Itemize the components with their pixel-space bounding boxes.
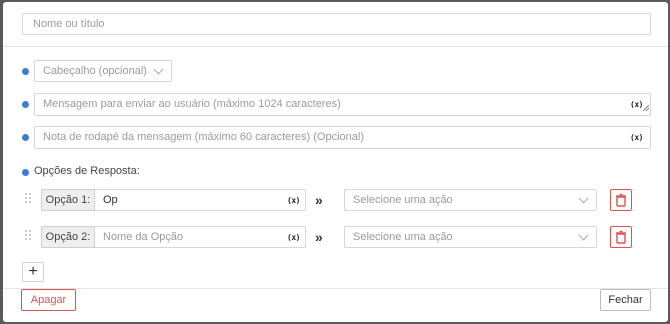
add-option-button[interactable]: + [22, 262, 44, 282]
trash-icon [616, 230, 626, 244]
variable-button[interactable]: (x) [287, 196, 300, 205]
option-2-action-placeholder: Selecione uma ação [353, 231, 453, 243]
option-1-label: Opção 1: [41, 189, 95, 211]
option-1-action-select[interactable]: Selecione uma ação [344, 189, 597, 211]
info-dot-icon [22, 134, 29, 141]
drag-handle-icon[interactable] [25, 193, 32, 205]
variable-button[interactable]: (x) [630, 133, 643, 142]
info-dot-icon [22, 68, 29, 75]
delete-button[interactable]: Apagar [21, 289, 76, 311]
modal-header [3, 2, 668, 47]
delete-option-1-button[interactable] [610, 189, 632, 211]
message-textarea[interactable]: Mensagem para enviar ao usuário (máximo … [34, 93, 651, 116]
arrow-icon: » [315, 229, 323, 245]
option-2-action-select[interactable]: Selecione uma ação [344, 226, 597, 248]
arrow-icon: » [315, 192, 323, 208]
header-select[interactable]: Cabeçalho (opcional) [34, 60, 172, 82]
delete-option-2-button[interactable] [610, 226, 632, 248]
option-1-value: Op [103, 194, 118, 206]
title-input[interactable] [22, 13, 651, 35]
option-2-input[interactable]: Nome da Opção [95, 226, 306, 248]
option-1-input[interactable]: Op [95, 189, 306, 211]
info-dot-icon [22, 101, 29, 108]
footer-note-input[interactable]: Nota de rodapé da mensagem (máximo 60 ca… [34, 126, 651, 149]
drag-handle-icon[interactable] [25, 230, 32, 242]
header-select-value: Cabeçalho (opcional) [43, 65, 147, 77]
trash-icon [616, 193, 626, 207]
close-button[interactable]: Fechar [600, 289, 651, 311]
resize-handle-icon[interactable] [643, 105, 649, 111]
modal-dialog: Cabeçalho (opcional) Mensagem para envia… [3, 2, 668, 322]
variable-button[interactable]: (x) [287, 233, 300, 242]
options-section-label: Opções de Resposta: [34, 165, 140, 177]
message-placeholder: Mensagem para enviar ao usuário (máximo … [43, 98, 341, 110]
option-2-label: Opção 2: [41, 226, 95, 248]
option-2-placeholder: Nome da Opção [103, 231, 184, 243]
footer-divider [3, 288, 668, 289]
variable-button[interactable]: (x) [630, 100, 643, 109]
option-1-action-placeholder: Selecione uma ação [353, 194, 453, 206]
info-dot-icon [22, 169, 29, 176]
footer-note-placeholder: Nota de rodapé da mensagem (máximo 60 ca… [43, 131, 364, 143]
